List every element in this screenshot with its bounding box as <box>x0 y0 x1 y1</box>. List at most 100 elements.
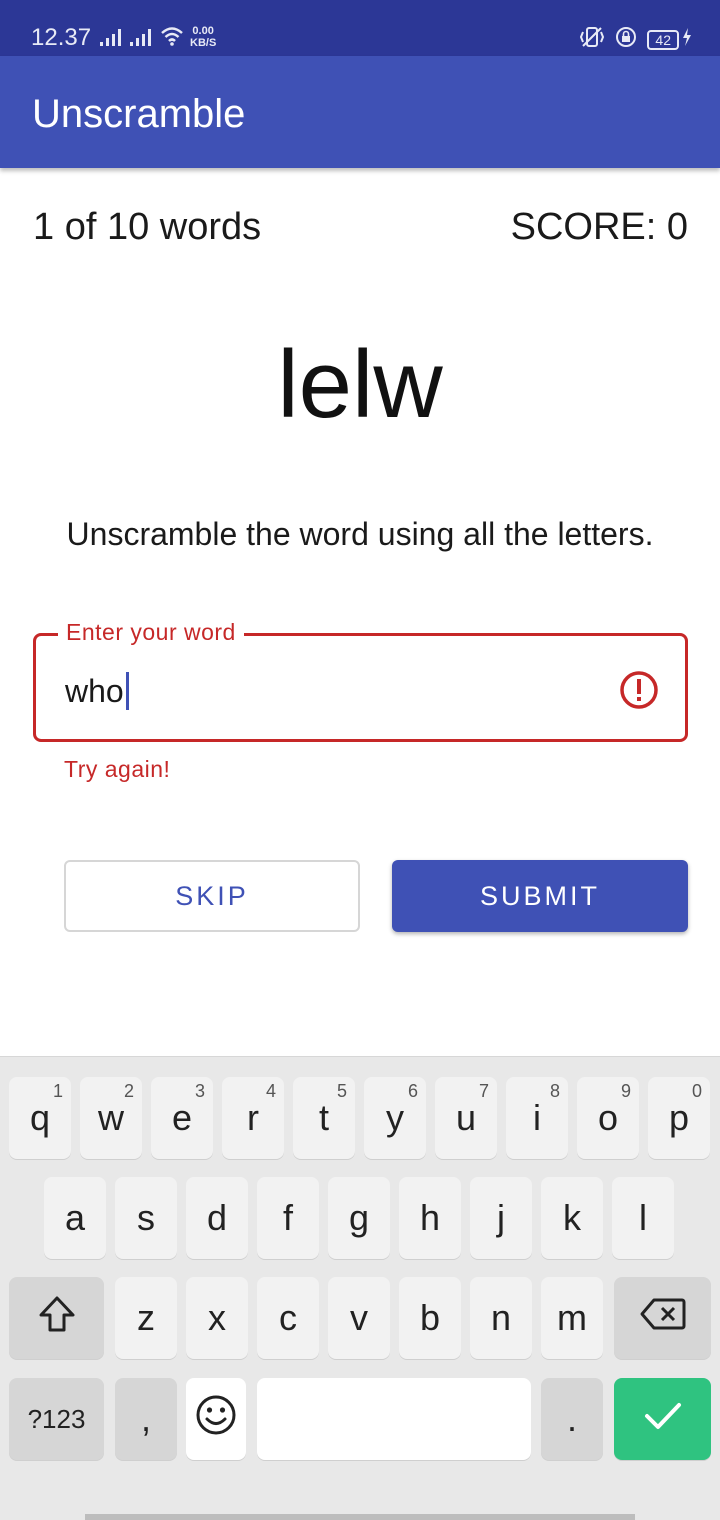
key-label: q <box>29 1097 51 1138</box>
key-hint: 3 <box>194 1081 205 1101</box>
key-label: g <box>348 1197 370 1238</box>
key-hint: 5 <box>336 1081 347 1101</box>
status-icons: 42 <box>579 26 692 53</box>
key-hint: 8 <box>549 1081 560 1101</box>
key-j[interactable]: j <box>470 1177 532 1259</box>
key-f[interactable]: f <box>257 1177 319 1259</box>
key-label: f <box>282 1197 293 1238</box>
backspace-key[interactable] <box>614 1277 711 1359</box>
key-x[interactable]: x <box>186 1277 248 1359</box>
key-b[interactable]: b <box>399 1277 461 1359</box>
vibrate-icon <box>579 26 605 53</box>
error-message: Try again! <box>64 756 171 782</box>
checkmark-icon <box>643 1398 683 1440</box>
status-bar: 12.37 0.00 KB/S 42 <box>0 0 720 56</box>
key-hint: 6 <box>407 1081 418 1101</box>
key-w[interactable]: w2 <box>80 1077 142 1159</box>
key-hint: 0 <box>691 1081 702 1101</box>
key-n[interactable]: n <box>470 1277 532 1359</box>
key-m[interactable]: m <box>541 1277 603 1359</box>
key-d[interactable]: d <box>186 1177 248 1259</box>
text-cursor <box>125 672 129 710</box>
key-hint: 7 <box>478 1081 489 1101</box>
key-label: s <box>137 1197 155 1238</box>
word-input-label: Enter your word <box>58 619 244 646</box>
key-label: k <box>563 1197 581 1238</box>
key-label: j <box>497 1197 505 1238</box>
word-input-value: who <box>65 672 124 709</box>
emoji-icon <box>195 1394 237 1445</box>
key-z[interactable]: z <box>115 1277 177 1359</box>
signal-icon <box>100 28 126 51</box>
key-hint: 9 <box>620 1081 631 1101</box>
net-speed-value: 0.00 <box>192 25 214 37</box>
battery-level: 42 <box>647 29 679 50</box>
key-label: d <box>206 1197 228 1238</box>
key-label: m <box>557 1297 587 1338</box>
wifi-icon <box>160 26 184 51</box>
key-label: e <box>171 1097 193 1138</box>
key-y[interactable]: y6 <box>364 1077 426 1159</box>
key-l[interactable]: l <box>612 1177 674 1259</box>
word-input-field[interactable]: Enter your word who <box>33 619 688 742</box>
error-icon <box>619 670 659 715</box>
key-t[interactable]: t5 <box>293 1077 355 1159</box>
key-v[interactable]: v <box>328 1277 390 1359</box>
key-q[interactable]: q1 <box>9 1077 71 1159</box>
key-label: t <box>318 1097 329 1138</box>
key-label: w <box>98 1097 124 1138</box>
key-label: n <box>490 1297 512 1338</box>
emoji-key[interactable] <box>186 1378 246 1460</box>
key-hint: 2 <box>123 1081 134 1101</box>
app-title: Unscramble <box>32 92 246 136</box>
instructions: Unscramble the word using all the letter… <box>66 516 654 552</box>
key-label: y <box>386 1097 404 1138</box>
battery-indicator: 42 <box>647 28 692 51</box>
key-label: . <box>566 1398 577 1439</box>
signal-icon <box>130 28 156 51</box>
key-label: c <box>279 1297 297 1338</box>
shift-key[interactable] <box>9 1277 104 1359</box>
key-label: v <box>350 1297 368 1338</box>
key-u[interactable]: u7 <box>435 1077 497 1159</box>
key-c[interactable]: c <box>257 1277 319 1359</box>
key-label: u <box>455 1097 477 1138</box>
word-input[interactable]: who <box>65 672 129 710</box>
submit-button[interactable]: SUBMIT <box>392 860 688 932</box>
on-screen-keyboard: q1 w2 e3 r4 t5 y6 u7 i8 o9 p0 a s d f g … <box>0 1056 720 1520</box>
net-speed: 0.00 KB/S <box>190 25 216 49</box>
key-k[interactable]: k <box>541 1177 603 1259</box>
key-label: a <box>64 1197 86 1238</box>
key-h[interactable]: h <box>399 1177 461 1259</box>
skip-button-label: SKIP <box>175 880 249 911</box>
space-key[interactable] <box>257 1378 531 1460</box>
key-i[interactable]: i8 <box>506 1077 568 1159</box>
charging-icon <box>682 28 692 51</box>
symbols-key[interactable]: ?123 <box>9 1378 104 1460</box>
skip-button[interactable]: SKIP <box>64 860 360 932</box>
key-label: ?123 <box>27 1403 86 1434</box>
key-r[interactable]: r4 <box>222 1077 284 1159</box>
key-o[interactable]: o9 <box>577 1077 639 1159</box>
key-label: z <box>137 1297 155 1338</box>
key-e[interactable]: e3 <box>151 1077 213 1159</box>
key-label: b <box>419 1297 441 1338</box>
key-g[interactable]: g <box>328 1177 390 1259</box>
word-count: 1 of 10 words <box>33 206 262 248</box>
enter-key[interactable] <box>614 1378 711 1460</box>
gesture-nav-bar <box>85 1514 635 1520</box>
key-p[interactable]: p0 <box>648 1077 710 1159</box>
key-label: l <box>639 1197 647 1238</box>
net-speed-unit: KB/S <box>190 37 217 49</box>
score: SCORE: 0 <box>510 206 688 248</box>
status-time: 12.37 <box>31 24 92 51</box>
backspace-icon <box>640 1297 686 1340</box>
key-a[interactable]: a <box>44 1177 106 1259</box>
key-label: , <box>140 1398 151 1439</box>
key-label: i <box>533 1097 541 1138</box>
key-label: h <box>419 1197 441 1238</box>
key-label: r <box>247 1097 259 1138</box>
period-key[interactable]: . <box>541 1378 603 1460</box>
comma-key[interactable]: , <box>115 1378 177 1460</box>
key-s[interactable]: s <box>115 1177 177 1259</box>
